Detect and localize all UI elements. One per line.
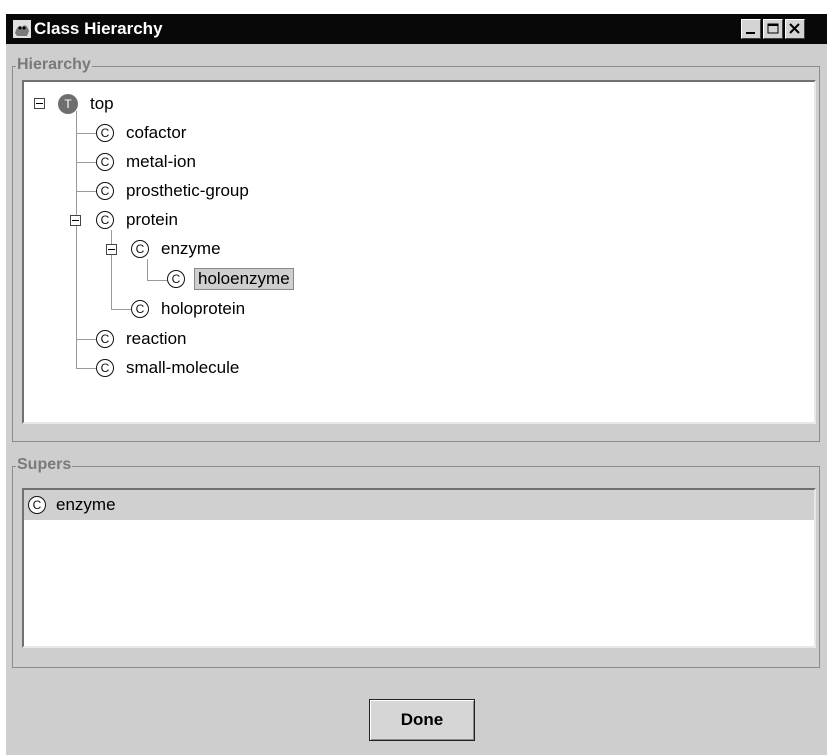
collapse-toggle-enzyme[interactable] (106, 244, 117, 255)
class-icon: C (96, 330, 114, 348)
tree-node-label: small-molecule (126, 358, 240, 377)
tree-node-label-selected: holoenzyme (194, 268, 294, 290)
class-icon: C (96, 211, 114, 229)
tree-node-holoenzyme[interactable]: C holoenzyme (167, 266, 294, 292)
minimize-icon (746, 32, 755, 34)
tree-node-holoprotein[interactable]: C holoprotein (131, 296, 248, 322)
tree-node-label: holoprotein (161, 299, 246, 318)
tree-node-label: prosthetic-group (126, 181, 249, 200)
class-icon: C (96, 359, 114, 377)
supers-item-label: enzyme (56, 495, 116, 514)
tree-node-label: cofactor (126, 123, 187, 142)
tree-line (111, 230, 112, 310)
maximize-icon (767, 23, 779, 34)
tree-line (76, 191, 96, 192)
close-button[interactable] (785, 19, 805, 39)
class-icon: C (96, 153, 114, 171)
collapse-toggle-top[interactable] (34, 98, 45, 109)
window-title: Class Hierarchy (34, 19, 163, 38)
tree-line (111, 309, 131, 310)
class-icon: C (131, 240, 149, 258)
supers-list[interactable]: C enzyme (22, 488, 816, 648)
tree-line (147, 259, 148, 281)
class-icon: C (28, 496, 46, 514)
done-button[interactable]: Done (369, 699, 475, 741)
tree-node-metal-ion[interactable]: C metal-ion (96, 149, 199, 175)
tree-node-enzyme[interactable]: C enzyme (131, 236, 224, 262)
tree-line (76, 162, 96, 163)
tree-node-small-molecule[interactable]: C small-molecule (96, 355, 242, 381)
tree-node-label: metal-ion (126, 152, 196, 171)
top-icon: T (58, 94, 78, 114)
collapse-toggle-protein[interactable] (70, 215, 81, 226)
supers-list-item[interactable]: C enzyme (24, 490, 814, 520)
class-icon: C (131, 300, 149, 318)
class-icon: C (96, 182, 114, 200)
hierarchy-group-label: Hierarchy (16, 56, 92, 74)
tree-node-top[interactable]: T top (58, 91, 117, 117)
tree-line (76, 368, 96, 369)
class-icon: C (96, 124, 114, 142)
app-icon (13, 20, 31, 38)
tree-line (76, 339, 96, 340)
tree-node-label: protein (126, 210, 178, 229)
tree-line (76, 133, 96, 134)
class-hierarchy-window: Class Hierarchy Hierarchy T top C cofact… (6, 14, 827, 755)
class-icon: C (167, 270, 185, 288)
tree-node-cofactor[interactable]: C cofactor (96, 120, 189, 146)
tree-node-label: top (90, 94, 114, 113)
tree-node-reaction[interactable]: C reaction (96, 326, 189, 352)
minimize-button[interactable] (741, 19, 761, 39)
supers-group-label: Supers (16, 456, 73, 474)
tree-line (76, 111, 77, 369)
title-bar[interactable]: Class Hierarchy (6, 14, 827, 44)
maximize-button[interactable] (763, 19, 783, 39)
tree-node-protein[interactable]: C protein (96, 207, 181, 233)
tree-node-label: reaction (126, 329, 187, 348)
close-icon (789, 23, 800, 34)
tree-node-prosthetic-group[interactable]: C prosthetic-group (96, 178, 252, 204)
tree-line (147, 280, 167, 281)
hierarchy-tree[interactable]: T top C cofactor C metal-ion C prostheti… (22, 80, 816, 424)
tree-node-label: enzyme (161, 239, 221, 258)
